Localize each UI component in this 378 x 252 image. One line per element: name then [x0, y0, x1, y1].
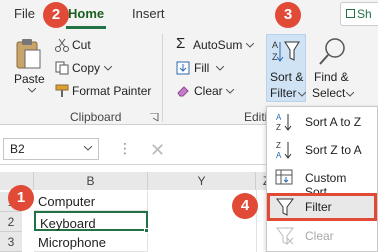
menu-item-label: Clear: [305, 229, 334, 243]
cell-b2-selected[interactable]: Keyboard: [34, 211, 148, 231]
row-header-2[interactable]: 2: [0, 212, 22, 232]
copy-icon[interactable]: [55, 61, 69, 75]
column-header-y[interactable]: Y: [148, 172, 256, 190]
svg-text:Z: Z: [276, 123, 281, 132]
menu-item-sort-a-to-z[interactable]: A Z Sort A to Z: [267, 108, 377, 136]
active-tab-indicator: [66, 26, 106, 29]
share-button[interactable]: Sh: [340, 2, 378, 26]
cut-button[interactable]: Cut: [72, 38, 91, 52]
sort-filter-dropdown-icon[interactable]: [298, 92, 306, 98]
menu-item-label: Sort Z to A: [305, 143, 362, 157]
menu-item-label: Filter: [305, 200, 332, 214]
tab-insert[interactable]: Insert: [132, 6, 165, 21]
sort-z-a-icon: Z A: [276, 141, 292, 160]
share-icon: [346, 9, 355, 18]
svg-text:A: A: [272, 40, 278, 50]
search-icon[interactable]: [318, 36, 348, 66]
paste-icon[interactable]: [14, 38, 42, 70]
tab-file[interactable]: File: [14, 6, 35, 21]
step-badge-4: 4: [232, 193, 258, 219]
custom-sort-icon: [275, 169, 293, 185]
autosum-dropdown-icon[interactable]: [246, 43, 254, 49]
tab-home[interactable]: Home: [68, 6, 104, 21]
menu-item-custom-sort[interactable]: Custom Sort...: [267, 164, 377, 199]
group-separator: [162, 34, 163, 122]
cell-b1[interactable]: Computer: [34, 191, 148, 211]
paste-dropdown-icon[interactable]: [28, 88, 36, 94]
step-badge-2: 2: [43, 2, 69, 28]
sort-filter-label-line2[interactable]: Filter: [270, 86, 297, 100]
autosum-button[interactable]: AutoSum: [193, 38, 242, 52]
cut-icon[interactable]: [55, 38, 69, 52]
step-badge-1: 1: [8, 185, 34, 211]
fill-dropdown-icon[interactable]: [216, 66, 224, 72]
cancel-icon[interactable]: ✕: [150, 140, 165, 161]
svg-text:A: A: [276, 113, 282, 122]
clipboard-dialog-launcher-icon[interactable]: [150, 113, 159, 122]
find-select-dropdown-icon[interactable]: [346, 92, 354, 98]
autosum-icon[interactable]: Σ: [176, 35, 185, 52]
row-header-3[interactable]: 3: [0, 232, 22, 252]
formula-bar-dots-icon: ⋮: [118, 140, 132, 156]
format-painter-button[interactable]: Format Painter: [72, 84, 151, 98]
cell-b3[interactable]: Microphone: [34, 232, 148, 252]
menu-item-filter[interactable]: Filter: [267, 193, 377, 221]
fill-handle[interactable]: [144, 228, 149, 233]
find-select-label-line1[interactable]: Find &: [314, 70, 349, 84]
share-label: Sh: [357, 7, 372, 21]
editing-group-label: Editi: [244, 110, 268, 124]
filter-icon: [276, 198, 294, 216]
copy-button[interactable]: Copy: [72, 61, 100, 75]
svg-text:Z: Z: [276, 141, 281, 150]
menu-item-clear-filter[interactable]: Clear: [267, 222, 377, 250]
sort-filter-label-line1[interactable]: Sort &: [270, 70, 303, 84]
column-header-b[interactable]: B: [34, 172, 148, 190]
clipboard-group-label: Clipboard: [70, 110, 122, 124]
menu-item-sort-z-to-a[interactable]: Z A Sort Z to A: [267, 136, 377, 164]
name-box-dropdown-icon[interactable]: [84, 146, 92, 152]
clear-filter-icon: [276, 227, 294, 245]
step-badge-3: 3: [275, 2, 301, 28]
fill-button[interactable]: Fill: [194, 61, 209, 75]
copy-dropdown-icon[interactable]: [104, 66, 112, 72]
svg-text:A: A: [276, 151, 282, 160]
sort-filter-icon[interactable]: A Z: [270, 38, 300, 66]
format-painter-icon[interactable]: [55, 84, 69, 98]
menu-item-label: Sort A to Z: [305, 115, 362, 129]
fill-icon[interactable]: [176, 61, 190, 75]
clear-button[interactable]: Clear: [194, 84, 223, 98]
clear-dropdown-icon[interactable]: [226, 89, 234, 95]
paste-button-label[interactable]: Paste: [14, 72, 45, 86]
eraser-icon[interactable]: [176, 84, 190, 98]
find-select-label-line2[interactable]: Select: [312, 86, 345, 100]
sort-a-z-icon: A Z: [276, 113, 292, 132]
